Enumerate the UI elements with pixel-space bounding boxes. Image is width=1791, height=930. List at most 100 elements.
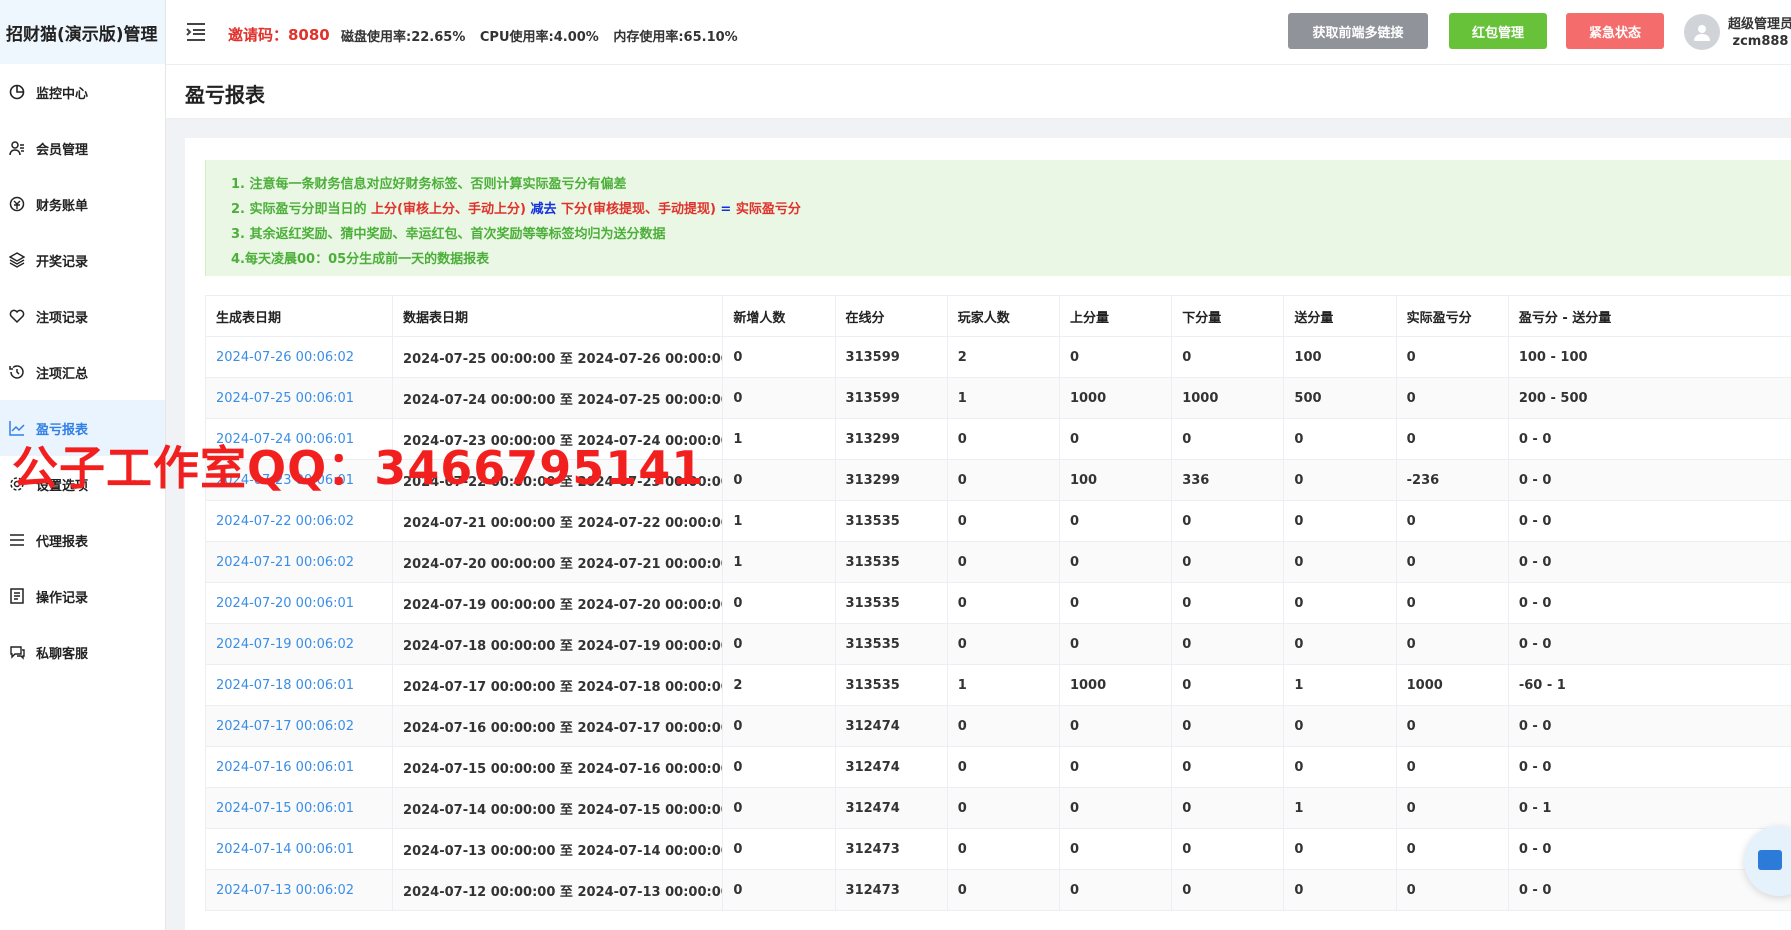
column-header: 数据表日期 <box>392 295 724 337</box>
table-cell: 0 <box>946 623 1060 665</box>
sidebar-item[interactable]: 代理报表 <box>0 512 165 568</box>
menu-toggle-icon[interactable] <box>184 20 208 44</box>
sidebar-item[interactable]: 监控中心 <box>0 64 165 120</box>
table-cell: 0 <box>722 582 836 624</box>
table-cell: 0 <box>1283 828 1397 870</box>
sidebar-item[interactable]: 会员管理 <box>0 120 165 176</box>
table-cell: 0 <box>1395 623 1509 665</box>
table-cell: 0 <box>1171 828 1285 870</box>
report-date-link[interactable]: 2024-07-16 00:06:01 <box>204 746 394 788</box>
table-cell: 0 <box>1058 582 1173 624</box>
table-cell: 0 - 0 <box>1507 582 1791 624</box>
table-cell: 0 <box>1058 746 1173 788</box>
sidebar-item[interactable]: 财务账单 <box>0 176 165 232</box>
notice-line-2: 2. 实际盈亏分即当日的 上分(审核上分、手动上分) 减去 下分(审核提现、手动… <box>231 202 801 217</box>
report-date-link[interactable]: 2024-07-21 00:06:02 <box>204 541 394 583</box>
table-cell: 0 <box>946 418 1060 460</box>
table-cell: 0 <box>1171 500 1285 542</box>
table-cell: 1 <box>722 541 836 583</box>
history-icon <box>8 363 26 381</box>
table-cell: 500 <box>1283 377 1397 419</box>
table-cell: 2024-07-20 00:00:00 至 2024-07-21 00:00:0… <box>392 541 724 583</box>
table-cell: 0 <box>1395 746 1509 788</box>
table-cell: 2024-07-12 00:00:00 至 2024-07-13 00:00:0… <box>392 869 724 911</box>
table-cell: 0 - 0 <box>1507 746 1791 788</box>
sidebar-item[interactable]: 注项记录 <box>0 288 165 344</box>
table-cell: 0 <box>722 828 836 870</box>
table-cell: 0 - 1 <box>1507 787 1791 829</box>
table-cell: 0 <box>722 336 836 378</box>
column-header: 送分量 <box>1283 295 1397 337</box>
sidebar-item[interactable]: 注项汇总 <box>0 344 165 400</box>
table-cell: 0 <box>1171 541 1285 583</box>
table-cell: 313299 <box>834 418 948 460</box>
sidebar-item-label: 注项记录 <box>36 310 89 326</box>
sidebar-item-label: 开奖记录 <box>36 254 89 270</box>
table-cell: 0 <box>1283 582 1397 624</box>
system-stats: 磁盘使用率:22.65% CPU使用率:4.00% 内存使用率:65.10% <box>341 26 748 45</box>
table-cell: 0 <box>1395 582 1509 624</box>
report-date-link[interactable]: 2024-07-25 00:06:01 <box>204 377 394 419</box>
table-row: 2024-07-14 00:06:01 2024-07-13 00:00:00 至… <box>204 828 1791 870</box>
table-cell: 1 <box>1283 787 1397 829</box>
report-date-link[interactable]: 2024-07-18 00:06:01 <box>204 664 394 706</box>
table-cell: 0 <box>1171 582 1285 624</box>
report-date-link[interactable]: 2024-07-26 00:06:02 <box>204 336 394 378</box>
column-header: 新增人数 <box>722 295 836 337</box>
table-cell: 1000 <box>1395 664 1509 706</box>
report-date-link[interactable]: 2024-07-17 00:06:02 <box>204 705 394 747</box>
table-cell: 200 - 500 <box>1507 377 1791 419</box>
table-cell: 2024-07-17 00:00:00 至 2024-07-18 00:00:0… <box>392 664 724 706</box>
user-role: 超级管理员 <box>1728 17 1791 32</box>
table-row: 2024-07-25 00:06:01 2024-07-24 00:00:00 至… <box>204 377 1791 419</box>
table-row: 2024-07-18 00:06:01 2024-07-17 00:00:00 至… <box>204 664 1791 706</box>
sidebar-item[interactable]: 私聊客服 <box>0 624 165 680</box>
report-date-link[interactable]: 2024-07-14 00:06:01 <box>204 828 394 870</box>
report-date-link[interactable]: 2024-07-20 00:06:01 <box>204 582 394 624</box>
table-cell: 2024-07-21 00:00:00 至 2024-07-22 00:00:0… <box>392 500 724 542</box>
top-bar: 邀请码：8080 磁盘使用率:22.65% CPU使用率:4.00% 内存使用率… <box>166 0 1791 65</box>
table-header-row: 生成表日期 数据表日期 新增人数 在线分 玩家人数 上分量 下分量 送分量 实际盈亏分 盈亏分 -… <box>204 295 1791 337</box>
table-cell: 312474 <box>834 705 948 747</box>
report-date-link[interactable]: 2024-07-19 00:06:02 <box>204 623 394 665</box>
table-row: 2024-07-19 00:06:02 2024-07-18 00:00:00 至… <box>204 623 1791 665</box>
table-cell: 2024-07-24 00:00:00 至 2024-07-25 00:00:0… <box>392 377 724 419</box>
table-cell: 0 <box>722 787 836 829</box>
table-cell: 0 - 0 <box>1507 500 1791 542</box>
table-cell: 0 <box>1395 541 1509 583</box>
table-row: 2024-07-21 00:06:02 2024-07-20 00:00:00 至… <box>204 541 1791 583</box>
sidebar-item-label: 私聊客服 <box>36 646 89 662</box>
table-cell: 100 - 100 <box>1507 336 1791 378</box>
table-cell: 0 <box>1395 828 1509 870</box>
table-cell: 2024-07-16 00:00:00 至 2024-07-17 00:00:0… <box>392 705 724 747</box>
sidebar-item[interactable]: 操作记录 <box>0 568 165 624</box>
table-cell: 313535 <box>834 623 948 665</box>
table-cell: 312474 <box>834 787 948 829</box>
disk-usage: 磁盘使用率:22.65% <box>341 30 466 45</box>
redpacket-button[interactable]: 红包管理 <box>1449 13 1547 49</box>
user-info[interactable]: 超级管理员 zcm888 <box>1728 16 1791 50</box>
table-cell: 2024-07-15 00:00:00 至 2024-07-16 00:00:0… <box>392 746 724 788</box>
get-links-button[interactable]: 获取前端多链接 <box>1288 13 1428 49</box>
table-cell: 0 <box>946 459 1060 501</box>
table-cell: 0 <box>1058 869 1173 911</box>
table-row: 2024-07-15 00:06:01 2024-07-14 00:00:00 至… <box>204 787 1791 829</box>
main-content: 1. 注意每一条财务信息对应好财务标签、否则计算实际盈亏分有偏差 2. 实际盈亏… <box>185 138 1791 930</box>
table-cell: 336 <box>1171 459 1285 501</box>
table-cell: 0 <box>1171 623 1285 665</box>
table-cell: 1 <box>946 664 1060 706</box>
table-cell: 0 <box>1058 787 1173 829</box>
report-date-link[interactable]: 2024-07-13 00:06:02 <box>204 869 394 911</box>
emergency-button[interactable]: 紧急状态 <box>1566 13 1664 49</box>
notice-line-1: 1. 注意每一条财务信息对应好财务标签、否则计算实际盈亏分有偏差 <box>231 177 627 192</box>
report-date-link[interactable]: 2024-07-22 00:06:02 <box>204 500 394 542</box>
table-cell: 313599 <box>834 336 948 378</box>
notice-line-3: 3. 其余返红奖励、猜中奖励、幸运红包、首次奖励等等标签均归为送分数据 <box>231 227 666 242</box>
page-title: 盈亏报表 <box>185 83 265 107</box>
table-row: 2024-07-20 00:06:01 2024-07-19 00:00:00 至… <box>204 582 1791 624</box>
table-cell: 0 <box>1058 541 1173 583</box>
sidebar-item[interactable]: 开奖记录 <box>0 232 165 288</box>
sidebar-item-label: 操作记录 <box>36 590 89 606</box>
avatar[interactable] <box>1684 14 1720 50</box>
report-date-link[interactable]: 2024-07-15 00:06:01 <box>204 787 394 829</box>
